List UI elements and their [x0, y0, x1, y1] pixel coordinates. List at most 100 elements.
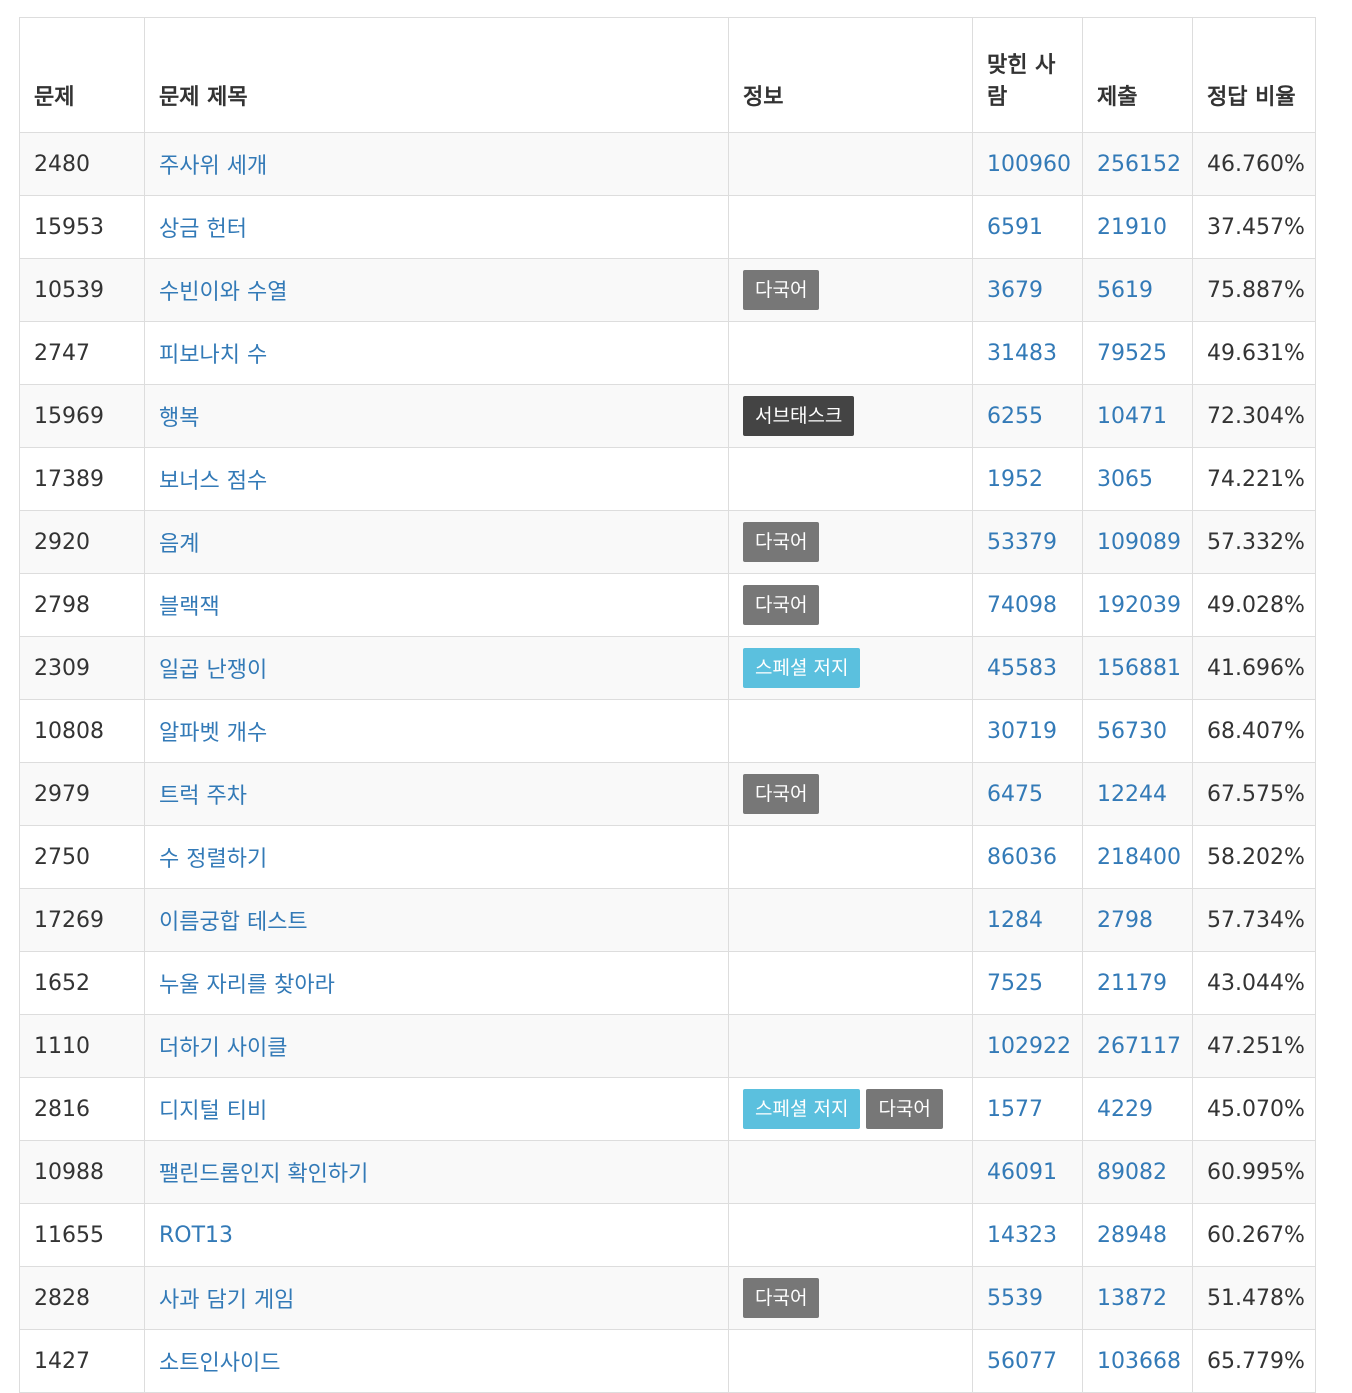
- submission-count-link[interactable]: 267117: [1097, 1034, 1181, 1059]
- submission-count-link[interactable]: 109089: [1097, 530, 1181, 555]
- solved-count-link[interactable]: 7525: [987, 971, 1043, 996]
- accept-ratio-cell: 49.028%: [1192, 573, 1316, 637]
- submission-count-link[interactable]: 79525: [1097, 341, 1167, 366]
- submission-count-link[interactable]: 13872: [1097, 1286, 1167, 1311]
- problem-title-link[interactable]: 행복: [159, 406, 199, 431]
- solved-count-link[interactable]: 53379: [987, 530, 1057, 555]
- submission-count-cell: 21179: [1082, 951, 1193, 1015]
- solved-count-link[interactable]: 102922: [987, 1034, 1071, 1059]
- problem-title-link[interactable]: 사과 담기 게임: [159, 1288, 294, 1313]
- submission-count-link[interactable]: 10471: [1097, 404, 1167, 429]
- solved-count-link[interactable]: 1284: [987, 908, 1043, 933]
- problem-title-link[interactable]: 주사위 세개: [159, 154, 267, 179]
- submission-count-link[interactable]: 21910: [1097, 215, 1167, 240]
- problem-id-cell: 2309: [19, 636, 145, 700]
- tag-badge-multi: 다국어: [743, 522, 820, 562]
- problem-id-cell: 10808: [19, 699, 145, 763]
- table-row: 2750 수 정렬하기 86036 218400 58.202%: [19, 825, 1316, 889]
- submission-count-link[interactable]: 12244: [1097, 782, 1167, 807]
- submission-count-link[interactable]: 4229: [1097, 1097, 1153, 1122]
- problem-title-link[interactable]: 보너스 점수: [159, 469, 267, 494]
- problem-title-link[interactable]: 누울 자리를 찾아라: [159, 973, 335, 998]
- problem-title-cell: 트럭 주차: [144, 762, 729, 826]
- submission-count-link[interactable]: 21179: [1097, 971, 1167, 996]
- problem-title-link[interactable]: ROT13: [159, 1223, 233, 1248]
- solved-count-link[interactable]: 1577: [987, 1097, 1043, 1122]
- solved-count-link[interactable]: 6591: [987, 215, 1043, 240]
- submission-count-link[interactable]: 218400: [1097, 845, 1181, 870]
- problem-title-link[interactable]: 이름궁합 테스트: [159, 910, 308, 935]
- submission-count-link[interactable]: 156881: [1097, 656, 1181, 681]
- problem-title-link[interactable]: 알파벳 개수: [159, 721, 267, 746]
- solved-count-link[interactable]: 45583: [987, 656, 1057, 681]
- solved-count-link[interactable]: 86036: [987, 845, 1057, 870]
- submission-count-cell: 218400: [1082, 825, 1193, 889]
- submission-count-cell: 79525: [1082, 321, 1193, 385]
- tag-badge-multi: 다국어: [743, 1278, 820, 1318]
- problem-id: 17269: [34, 907, 104, 933]
- problem-title-cell: 행복: [144, 384, 729, 448]
- submission-count-cell: 3065: [1082, 447, 1193, 511]
- problem-id: 2750: [34, 844, 90, 870]
- solved-count-link[interactable]: 46091: [987, 1160, 1057, 1185]
- solved-count-link[interactable]: 6255: [987, 404, 1043, 429]
- problem-title-link[interactable]: 수빈이와 수열: [159, 280, 287, 305]
- submission-count-link[interactable]: 28948: [1097, 1223, 1167, 1248]
- solved-count-link[interactable]: 5539: [987, 1286, 1043, 1311]
- submission-count-link[interactable]: 192039: [1097, 593, 1181, 618]
- submission-count-cell: 13872: [1082, 1266, 1193, 1330]
- accept-ratio-cell: 43.044%: [1192, 951, 1316, 1015]
- problem-title-link[interactable]: 일곱 난쟁이: [159, 658, 267, 683]
- submission-count-link[interactable]: 256152: [1097, 152, 1181, 177]
- submission-count-link[interactable]: 5619: [1097, 278, 1153, 303]
- accept-ratio: 68.407%: [1207, 718, 1305, 744]
- solved-count-link[interactable]: 30719: [987, 719, 1057, 744]
- solved-count-link[interactable]: 74098: [987, 593, 1057, 618]
- problem-info-cell: [728, 195, 973, 259]
- solved-count-link[interactable]: 31483: [987, 341, 1057, 366]
- problem-info-cell: 다국어: [728, 258, 973, 322]
- solved-count-cell: 1577: [972, 1077, 1083, 1141]
- problem-title-link[interactable]: 상금 헌터: [159, 217, 247, 242]
- problem-title-link[interactable]: 수 정렬하기: [159, 847, 267, 872]
- accept-ratio: 74.221%: [1207, 466, 1305, 492]
- problem-title-cell: 수 정렬하기: [144, 825, 729, 889]
- submission-count-link[interactable]: 3065: [1097, 467, 1153, 492]
- problem-title-cell: 누울 자리를 찾아라: [144, 951, 729, 1015]
- submission-count-cell: 28948: [1082, 1203, 1193, 1267]
- tag-badge-multi: 다국어: [743, 774, 820, 814]
- accept-ratio-cell: 58.202%: [1192, 825, 1316, 889]
- problem-title-link[interactable]: 소트인사이드: [159, 1351, 280, 1376]
- problem-title-link[interactable]: 피보나치 수: [159, 343, 267, 368]
- solved-count-link[interactable]: 56077: [987, 1349, 1057, 1374]
- solved-count-link[interactable]: 14323: [987, 1223, 1057, 1248]
- problem-title-link[interactable]: 팰린드롬인지 확인하기: [159, 1162, 368, 1187]
- problem-title-link[interactable]: 더하기 사이클: [159, 1036, 287, 1061]
- submission-count-link[interactable]: 89082: [1097, 1160, 1167, 1185]
- accept-ratio-cell: 47.251%: [1192, 1014, 1316, 1078]
- problem-title-link[interactable]: 트럭 주차: [159, 784, 247, 809]
- problem-info-cell: [728, 321, 973, 385]
- solved-count-link[interactable]: 100960: [987, 152, 1071, 177]
- problem-title-link[interactable]: 음계: [159, 532, 199, 557]
- submission-count-link[interactable]: 56730: [1097, 719, 1167, 744]
- submission-count-link[interactable]: 2798: [1097, 908, 1153, 933]
- accept-ratio: 57.734%: [1207, 907, 1305, 933]
- problem-title-cell: 디지털 티비: [144, 1077, 729, 1141]
- problem-info-cell: 다국어: [728, 510, 973, 574]
- problem-title-link[interactable]: 디지털 티비: [159, 1099, 267, 1124]
- solved-count-link[interactable]: 1952: [987, 467, 1043, 492]
- submission-count-link[interactable]: 103668: [1097, 1349, 1181, 1374]
- problem-title-cell: 알파벳 개수: [144, 699, 729, 763]
- solved-count-link[interactable]: 3679: [987, 278, 1043, 303]
- problem-info-cell: [728, 1140, 973, 1204]
- table-row: 2816 디지털 티비 스페셜 저지 다국어 1577 4229 45.070%: [19, 1077, 1316, 1141]
- problem-title-link[interactable]: 블랙잭: [159, 595, 220, 620]
- table-row: 1652 누울 자리를 찾아라 7525 21179 43.044%: [19, 951, 1316, 1015]
- accept-ratio-cell: 68.407%: [1192, 699, 1316, 763]
- solved-count-cell: 7525: [972, 951, 1083, 1015]
- solved-count-link[interactable]: 6475: [987, 782, 1043, 807]
- problem-info-cell: [728, 951, 973, 1015]
- header-title: 문제 제목: [144, 17, 729, 133]
- problem-table: 문제 문제 제목 정보 맞힌 사람 제출 정답 비율 2480 주사위 세개 100…: [19, 17, 1316, 1393]
